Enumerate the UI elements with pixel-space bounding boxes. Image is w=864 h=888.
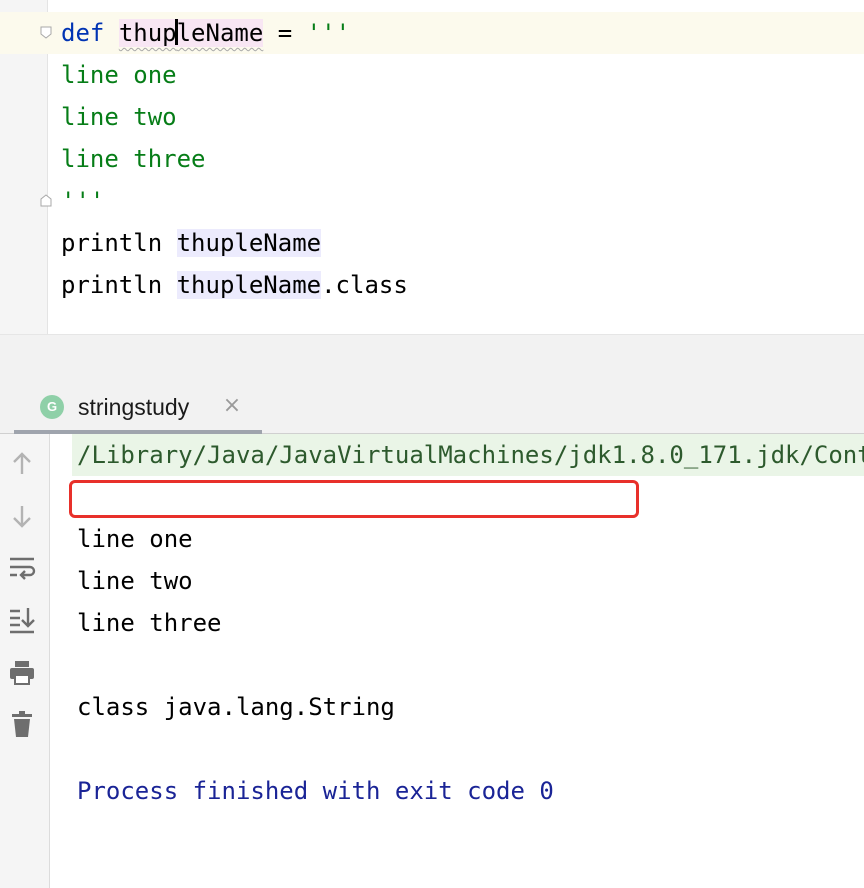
- code-line-2[interactable]: line one: [61, 54, 177, 96]
- print-icon[interactable]: [8, 658, 36, 686]
- variable-usage: thupleName: [176, 229, 322, 257]
- code-line-5[interactable]: ''': [61, 180, 104, 222]
- variable-declaration: thupleName: [118, 19, 264, 47]
- trash-icon[interactable]: [8, 710, 36, 738]
- console-exit-message: Process finished with exit code 0: [77, 777, 554, 805]
- run-tool-window-tabs: G stringstudy ×: [0, 381, 864, 434]
- code-line-6[interactable]: println thupleName: [61, 222, 322, 264]
- console-output-line: line three: [77, 609, 222, 637]
- println-call: println: [61, 271, 163, 299]
- console-command-line: /Library/Java/JavaVirtualMachines/jdk1.8…: [72, 434, 864, 476]
- code-line-3[interactable]: line two: [61, 96, 177, 138]
- console-toolbar: [0, 434, 50, 888]
- fold-collapse-icon[interactable]: [40, 26, 52, 39]
- arrow-down-icon[interactable]: [8, 502, 36, 530]
- fold-end-icon[interactable]: [40, 194, 52, 207]
- console-output-line: line two: [77, 567, 193, 595]
- console-class-line: class java.lang.String: [77, 693, 395, 721]
- scroll-to-end-icon[interactable]: [8, 606, 36, 634]
- run-tab-label: stringstudy: [78, 394, 190, 420]
- assign-operator: =: [263, 19, 307, 47]
- code-line-7[interactable]: println thupleName.class: [61, 264, 408, 306]
- variable-usage: thupleName: [176, 271, 322, 299]
- code-line-1[interactable]: def thupleName = ''': [61, 12, 350, 54]
- run-tab-stringstudy[interactable]: G stringstudy ×: [14, 381, 262, 434]
- console-output-line: line one: [77, 525, 193, 553]
- panel-splitter[interactable]: [0, 334, 864, 382]
- arrow-up-icon[interactable]: [8, 450, 36, 478]
- string-open-quotes: ''': [306, 19, 351, 47]
- keyword-def: def: [61, 19, 105, 47]
- code-editor[interactable]: def thupleName = ''' line one line two l…: [0, 0, 864, 334]
- println-call: println: [61, 229, 163, 257]
- annotation-highlight-box: [69, 480, 639, 518]
- class-property: .class: [321, 271, 408, 299]
- run-console[interactable]: /Library/Java/JavaVirtualMachines/jdk1.8…: [0, 434, 864, 888]
- soft-wrap-icon[interactable]: [8, 554, 36, 582]
- code-line-4[interactable]: line three: [61, 138, 206, 180]
- text-caret: [175, 19, 179, 45]
- close-icon[interactable]: ×: [220, 394, 244, 418]
- groovy-script-icon: G: [40, 395, 64, 419]
